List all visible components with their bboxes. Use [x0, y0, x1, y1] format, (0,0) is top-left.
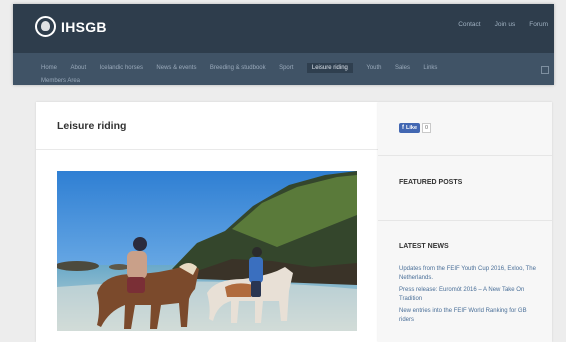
- nav-item-links[interactable]: Links: [423, 65, 437, 71]
- nav-item-about[interactable]: About: [70, 65, 86, 71]
- news-item[interactable]: Press release: Euromót 2016 – A New Take…: [399, 286, 539, 304]
- nav-item-icelandic-horses[interactable]: Icelandic horses: [100, 65, 143, 71]
- top-link-forum[interactable]: Forum: [529, 21, 548, 28]
- nav-item-breeding-studbook[interactable]: Breeding & studbook: [210, 65, 266, 71]
- title-divider: [36, 149, 378, 150]
- facebook-like-widget: f Like 0: [399, 123, 432, 133]
- nav-item-sales[interactable]: Sales: [395, 65, 410, 71]
- search-icon[interactable]: [541, 66, 549, 74]
- latest-news-heading: LATEST NEWS: [399, 243, 449, 250]
- like-label: Like: [406, 125, 418, 131]
- news-item[interactable]: Updates from the FEIF Youth Cup 2016, Ex…: [399, 265, 539, 283]
- top-links: Contact Join us Forum: [458, 21, 548, 28]
- logo-text: IHSGB: [61, 18, 107, 35]
- sidebar: f Like 0 FEATURED POSTS LATEST NEWS Upda…: [378, 102, 552, 342]
- nav-item-members-area[interactable]: Members Area: [41, 78, 80, 84]
- sidebar-divider: [378, 155, 552, 156]
- page-title: Leisure riding: [57, 120, 127, 132]
- site-header: IHSGB Contact Join us Forum Home About I…: [13, 4, 554, 85]
- featured-posts-heading: FEATURED POSTS: [399, 179, 463, 186]
- main-nav: Home About Icelandic horses News & event…: [13, 53, 554, 85]
- sidebar-divider: [378, 220, 552, 221]
- facebook-icon: f: [402, 125, 404, 131]
- top-link-contact[interactable]: Contact: [458, 21, 480, 28]
- beach-riding-photo: [57, 171, 357, 331]
- nav-item-youth[interactable]: Youth: [366, 65, 381, 71]
- nav-item-home[interactable]: Home: [41, 65, 57, 71]
- main-content: Leisure riding: [36, 102, 378, 342]
- latest-news-list: Updates from the FEIF Youth Cup 2016, Ex…: [399, 265, 539, 328]
- nav-item-leisure-riding[interactable]: Leisure riding: [306, 63, 353, 73]
- top-link-join-us[interactable]: Join us: [495, 21, 516, 28]
- horse-logo-icon: [35, 16, 56, 37]
- like-count: 0: [422, 123, 432, 133]
- news-item[interactable]: New entries into the FEIF World Ranking …: [399, 307, 539, 325]
- nav-item-sport[interactable]: Sport: [279, 65, 293, 71]
- site-logo[interactable]: IHSGB: [35, 16, 107, 37]
- nav-item-news-events[interactable]: News & events: [156, 65, 196, 71]
- facebook-like-button[interactable]: f Like: [399, 123, 421, 133]
